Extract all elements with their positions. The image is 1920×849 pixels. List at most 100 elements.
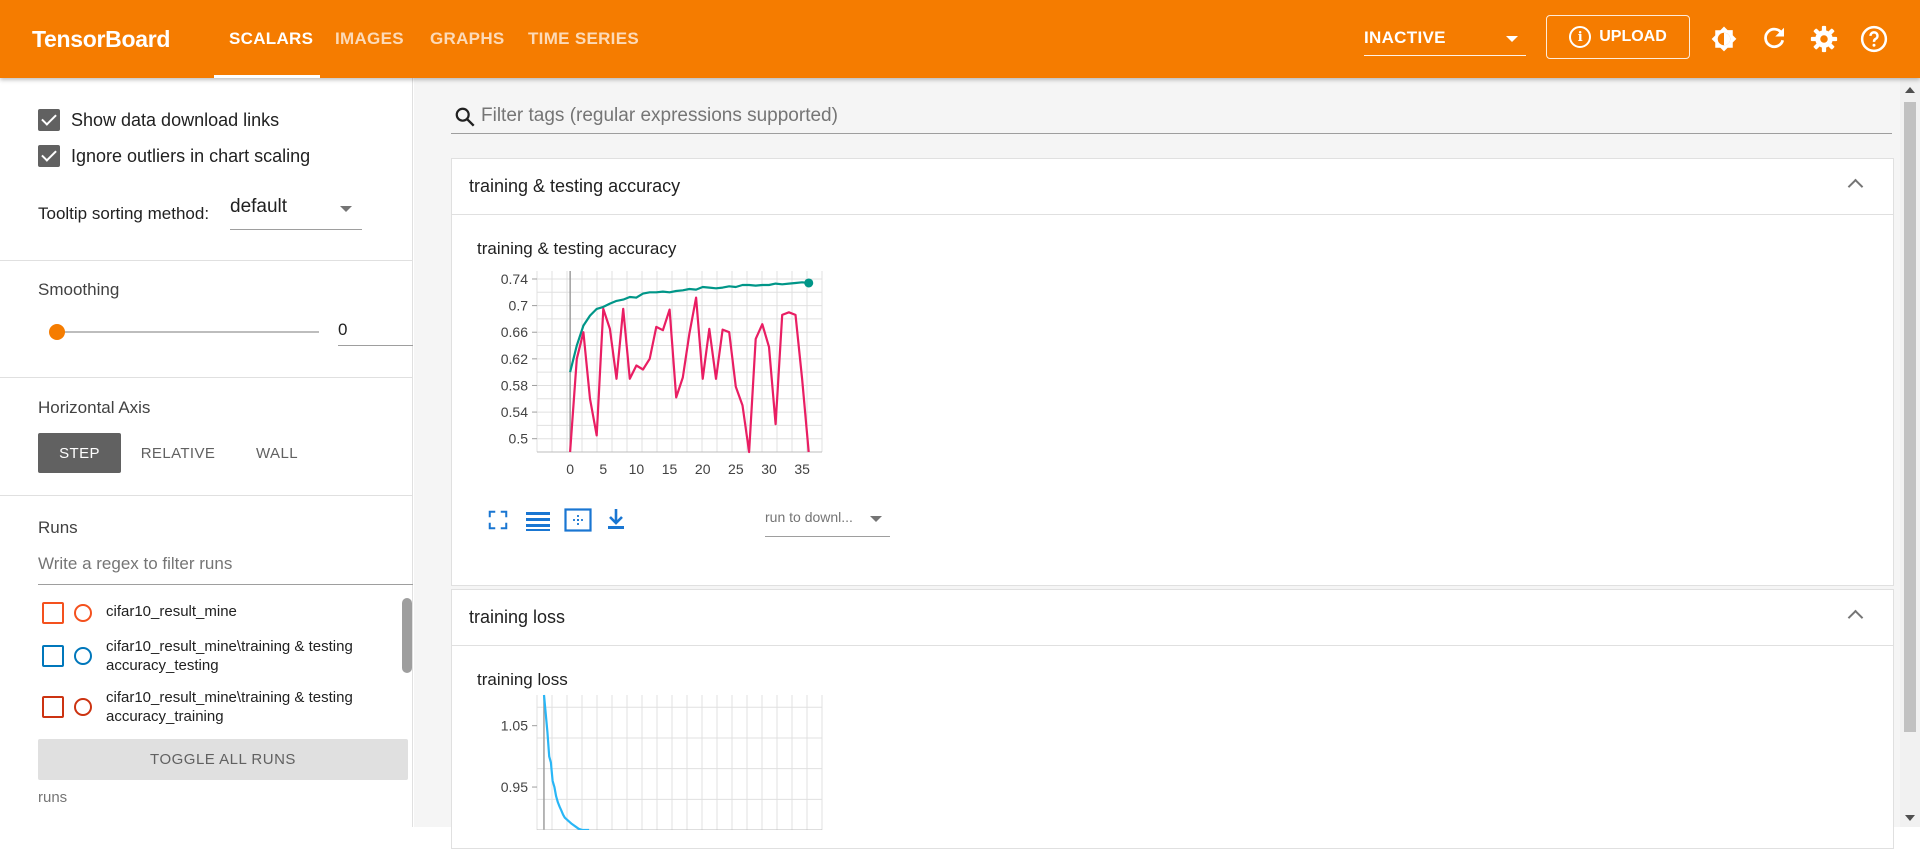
smoothing-slider-track[interactable] [57,331,319,333]
run-name: cifar10_result_mine\training & testing a… [106,638,353,674]
tab-scalars[interactable]: SCALARS [229,29,313,49]
scroll-up-icon[interactable] [1905,87,1915,93]
fullscreen-icon[interactable] [487,509,509,531]
card-title: training & testing accuracy [469,176,681,196]
smoothing-label: Smoothing [38,280,120,299]
chevron-down-icon [340,206,352,212]
x-tick-label: 35 [794,461,810,474]
run-status-value: INACTIVE [1364,28,1446,47]
runs-label: Runs [38,518,78,537]
show-download-links-checkbox[interactable]: Show data download links [38,109,279,131]
main-content: Filter tags (regular expressions support… [414,78,1900,849]
settings-icon[interactable] [1809,24,1839,54]
runs-scrollbar[interactable] [402,598,412,673]
card-header[interactable]: training & testing accuracy [452,159,1893,215]
toggle-log-scale-icon[interactable] [525,509,551,531]
y-tick-label: 0.74 [501,271,528,287]
run-name: cifar10_result_mine [106,603,237,620]
loss-chart[interactable]: 0.95 1.05 [467,690,827,830]
smoothing-slider-thumb[interactable] [49,324,65,340]
card-header[interactable]: training loss [452,590,1893,646]
checkbox-label: Show data download links [71,109,280,130]
upload-button[interactable]: i UPLOAD [1546,15,1690,59]
y-tick-label: 1.05 [501,718,528,734]
search-icon [455,107,475,127]
runs-footer: runs [38,789,68,806]
runs-filter-input[interactable]: Write a regex to filter runs [38,554,413,585]
smoothing-input[interactable]: 0 [338,314,413,346]
run-item[interactable]: cifar10_result_mine [42,602,402,624]
chevron-down-icon [870,516,882,522]
sidebar: Show data download links Ignore outliers… [0,78,413,827]
run-download-select[interactable]: run to downl... [765,509,890,537]
x-tick-label: 10 [629,461,645,474]
card-title: training loss [469,607,566,627]
chart-title: training & testing accuracy [477,239,677,258]
upload-label: UPLOAD [1599,28,1667,45]
checkbox-checked-icon [38,109,60,131]
tooltip-sort-value: default [230,196,288,217]
category-card-loss: training loss training loss 0.95 1.05 [451,589,1894,849]
settings-section: Show data download links Ignore outliers… [0,78,413,261]
checkbox-checked-icon [38,145,60,167]
tab-images[interactable]: IMAGES [335,29,404,49]
accuracy-chart[interactable]: 0.5 0.54 0.58 0.62 0.66 0.7 0.74 0 5 10 15 20 25 30 35 [467,259,827,474]
brightness-icon[interactable] [1709,24,1739,54]
checkbox-label: Ignore outliers in chart scaling [71,145,311,166]
run-checkbox[interactable] [42,696,64,718]
tab-graphs[interactable]: GRAPHS [430,29,505,49]
run-status-select[interactable]: INACTIVE [1364,28,1526,56]
chevron-up-icon[interactable] [1847,178,1864,195]
chevron-up-icon[interactable] [1847,609,1864,626]
tab-time-series[interactable]: TIME SERIES [528,29,639,49]
top-app-bar: TensorBoard SCALARS IMAGES GRAPHS TIME S… [0,0,1920,78]
page-scrollbar[interactable] [1900,78,1920,827]
ignore-outliers-checkbox[interactable]: Ignore outliers in chart scaling [38,145,310,167]
active-tab-indicator [214,75,320,78]
series-end-marker [804,278,814,288]
chart-title: training loss [477,670,568,689]
axis-wall-button[interactable]: WALL [243,433,311,473]
toggle-all-runs-button[interactable]: TOGGLE ALL RUNS [38,739,408,780]
run-item[interactable]: cifar10_result_mine\training & testing a… [42,637,402,675]
run-color-radio[interactable] [74,698,92,716]
axis-relative-button[interactable]: RELATIVE [133,433,223,473]
y-tick-label: 0.66 [501,324,528,340]
series-line [569,296,810,454]
download-icon[interactable] [605,507,627,531]
x-tick-label: 15 [662,461,678,474]
run-checkbox[interactable] [42,645,64,667]
y-tick-label: 0.7 [509,298,529,314]
category-card-accuracy: training & testing accuracy training & t… [451,158,1894,586]
y-tick-label: 0.5 [509,431,529,447]
run-color-radio[interactable] [74,604,92,622]
run-item[interactable]: cifar10_result_mine\training & testing a… [42,688,402,726]
tag-filter-placeholder: Filter tags (regular expressions support… [481,105,838,126]
axis-step-button[interactable]: STEP [38,433,121,473]
runs-filter-placeholder: Write a regex to filter runs [38,554,233,573]
x-tick-label: 5 [599,461,607,474]
y-tick-label: 0.95 [501,779,528,795]
y-tick-label: 0.62 [501,351,528,367]
y-tick-label: 0.58 [501,377,528,393]
chevron-down-icon [1506,36,1518,42]
x-tick-label: 0 [566,461,574,474]
tooltip-sort-label: Tooltip sorting method: [38,204,210,223]
scroll-down-icon[interactable] [1905,815,1915,821]
y-tick-label: 0.54 [501,404,528,420]
run-name: cifar10_result_mine\training & testing a… [106,689,353,725]
x-tick-label: 30 [761,461,777,474]
scrollbar-thumb[interactable] [1904,102,1916,732]
run-checkbox[interactable] [42,602,64,624]
refresh-icon[interactable] [1759,24,1789,54]
tag-filter-input[interactable]: Filter tags (regular expressions support… [451,100,1892,134]
fit-domain-icon[interactable] [564,508,592,532]
help-icon[interactable] [1859,24,1889,54]
run-download-value: run to downl... [765,509,853,525]
tooltip-sort-select[interactable]: default [230,196,362,230]
x-tick-label: 20 [695,461,711,474]
run-color-radio[interactable] [74,647,92,665]
horizontal-axis-label: Horizontal Axis [38,398,151,417]
x-tick-label: 25 [728,461,744,474]
info-icon: i [1569,26,1592,48]
